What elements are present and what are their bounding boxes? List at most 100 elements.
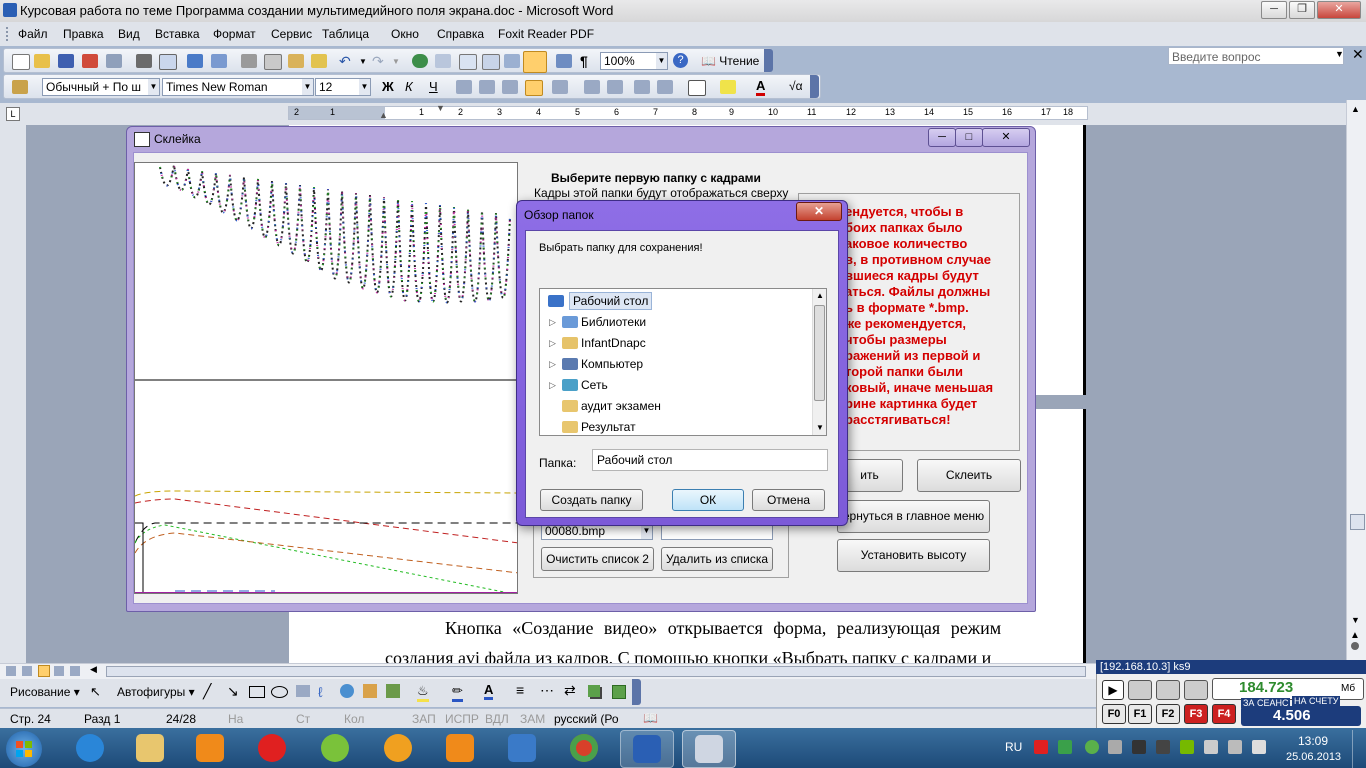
f3-button[interactable]: F3 (1184, 704, 1208, 724)
browse-close-button[interactable]: ✕ (796, 202, 842, 221)
tray-tools-icon[interactable] (1108, 740, 1122, 754)
tree-item[interactable]: ▷ InfantDnapc (540, 333, 810, 353)
skleika-maximize-button[interactable]: □ (955, 128, 983, 147)
word-app-icon[interactable] (3, 3, 17, 17)
oval-icon[interactable] (271, 686, 288, 698)
clock-date[interactable]: 25.06.2013 (1286, 751, 1341, 763)
chevron-down-icon[interactable]: ▼ (359, 79, 370, 95)
expand-icon[interactable]: ▷ (549, 312, 556, 332)
folder-tree[interactable]: Рабочий стол ▷ Библиотеки ▷ InfantDnapc … (539, 288, 827, 436)
fill-color-icon[interactable]: ♨ (417, 683, 429, 702)
hyperlink-icon[interactable] (412, 54, 428, 68)
document-map-icon[interactable] (556, 54, 572, 68)
menu-format[interactable]: Формат (213, 27, 256, 41)
taskbar-skleika[interactable] (682, 730, 736, 768)
line-color-icon[interactable]: ✏ (452, 683, 463, 702)
tray-torrent-icon[interactable] (1085, 740, 1099, 754)
network-tray-icon[interactable] (1228, 740, 1242, 754)
taskbar-chrome[interactable] (558, 730, 610, 766)
minimize-button[interactable]: ─ (1261, 1, 1287, 19)
line-icon[interactable]: ╱ (203, 683, 211, 700)
taskbar-app[interactable] (309, 730, 361, 766)
clear-list2-button[interactable]: Очистить список 2 (541, 547, 654, 571)
taskbar-ie[interactable] (64, 730, 116, 766)
new-document-icon[interactable] (12, 54, 30, 70)
numbering-icon[interactable] (584, 80, 600, 94)
prev-page-icon[interactable]: ▲ (1350, 630, 1360, 641)
border-icon[interactable] (688, 80, 706, 96)
toolbar-options-icon[interactable] (764, 49, 773, 72)
scroll-left-icon[interactable]: ◀ (90, 664, 97, 675)
columns-icon[interactable] (504, 54, 520, 68)
open-icon[interactable] (34, 54, 50, 68)
tree-scrollbar[interactable]: ▲ ▼ (812, 289, 826, 435)
chevron-down-icon[interactable]: ▼ (148, 79, 159, 95)
f2-button[interactable]: F2 (1156, 704, 1180, 724)
menu-foxit[interactable]: Foxit Reader PDF (498, 27, 594, 41)
back-to-main-menu-button[interactable]: ернуться в главное меню (837, 500, 990, 533)
font-color-icon[interactable]: A (756, 78, 766, 96)
play-icon[interactable]: ▶ (1102, 680, 1124, 700)
horizontal-ruler[interactable]: 2 1 1 2 3 4 5 6 7 8 9 10 11 12 13 14 15 … (288, 103, 1088, 120)
scroll-up-icon[interactable]: ▲ (816, 291, 824, 300)
bullets-icon[interactable] (607, 80, 623, 94)
reading-view-icon[interactable] (70, 666, 80, 676)
redo-icon[interactable]: ↷ (372, 53, 384, 70)
rectangle-icon[interactable] (249, 686, 265, 698)
f4-button[interactable]: F4 (1212, 704, 1236, 724)
status-ext[interactable]: ВДЛ (485, 712, 509, 726)
help-search-input[interactable]: Введите вопрос (1168, 47, 1344, 65)
align-right-icon[interactable] (502, 80, 518, 94)
skleika-minimize-button[interactable]: ─ (928, 128, 956, 147)
print-preview-icon[interactable] (159, 54, 177, 70)
chevron-down-icon[interactable]: ▼ (656, 53, 667, 69)
align-center-icon[interactable] (479, 80, 495, 94)
normal-view-icon[interactable] (6, 666, 16, 676)
expand-icon[interactable]: ▷ (549, 333, 556, 353)
scroll-up-icon[interactable]: ▲ (1351, 104, 1360, 114)
reading-mode-button[interactable]: 📖 Чтение (701, 54, 759, 68)
scroll-thumb[interactable] (1350, 514, 1365, 530)
font-color-draw-icon[interactable]: A (484, 682, 494, 700)
tray-nvidia-icon[interactable] (1180, 740, 1194, 754)
zoom-combo[interactable]: 100% ▼ (600, 52, 668, 70)
taskbar-ti[interactable] (496, 730, 548, 766)
tree-item[interactable]: Результат (540, 417, 810, 435)
expand-icon[interactable]: ▷ (549, 354, 556, 374)
insert-table-icon[interactable] (459, 54, 477, 70)
indent-marker-icon[interactable]: ▲ (379, 110, 388, 120)
toolbar-options-icon[interactable] (632, 679, 641, 705)
glue-button[interactable]: Склеить (917, 459, 1021, 492)
taskbar-yandex[interactable] (246, 730, 298, 766)
tree-item[interactable]: ▷ Компьютер (540, 354, 810, 374)
insert-excel-icon[interactable] (482, 54, 500, 70)
outline-view-icon[interactable] (54, 666, 64, 676)
counter-slot-icon[interactable] (1184, 680, 1208, 700)
counter-slot-icon[interactable] (1128, 680, 1152, 700)
f0-button[interactable]: F0 (1102, 704, 1126, 724)
format-painter-icon[interactable] (311, 54, 327, 68)
f1-button[interactable]: F1 (1128, 704, 1152, 724)
maximize-button[interactable]: ❐ (1289, 1, 1315, 19)
styles-formatting-icon[interactable] (12, 80, 28, 94)
spelling-status-icon[interactable]: 📖 (643, 711, 658, 725)
tree-item[interactable]: ▷ Библиотеки (540, 312, 810, 332)
vertical-scrollbar[interactable]: ▲ ▼ ▲ (1346, 100, 1366, 663)
menu-table[interactable]: Таблица (322, 27, 369, 41)
tables-borders-icon[interactable] (435, 54, 451, 68)
menu-insert[interactable]: Вставка (155, 27, 200, 41)
horizontal-scrollbar[interactable]: ◀ (0, 663, 1096, 679)
print-layout-view-icon[interactable] (38, 665, 50, 677)
tray-app-icon[interactable] (1058, 740, 1072, 754)
first-line-indent-icon[interactable]: ▼ (436, 103, 445, 113)
copy-icon[interactable] (264, 54, 282, 70)
paste-icon[interactable] (288, 54, 304, 68)
taskbar-mail[interactable] (372, 730, 424, 766)
taskbar-word[interactable] (620, 730, 674, 768)
status-trk[interactable]: ИСПР (445, 712, 479, 726)
clipart-icon[interactable] (363, 684, 377, 698)
tree-item[interactable]: ▷ Сеть (540, 375, 810, 395)
line-spacing-icon[interactable] (552, 80, 568, 94)
spelling-icon[interactable] (187, 54, 203, 68)
counter-slot-icon[interactable] (1156, 680, 1180, 700)
